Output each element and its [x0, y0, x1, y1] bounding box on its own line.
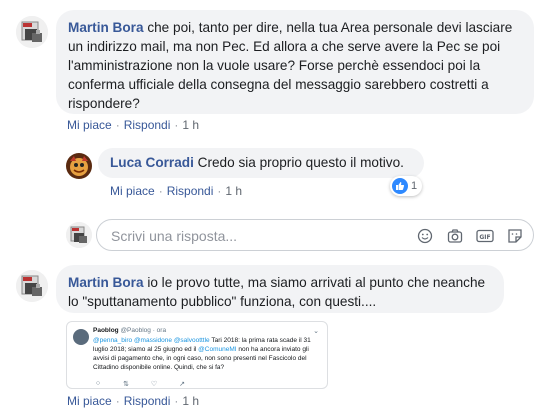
- like-link[interactable]: Mi piace: [110, 184, 155, 198]
- timestamp[interactable]: 1 h: [182, 394, 199, 408]
- reply-text: Credo sia proprio questo il motivo.: [197, 155, 404, 170]
- reply-link[interactable]: Rispondi: [124, 394, 171, 408]
- reply-icon: ○: [95, 380, 101, 387]
- svg-text:GIF: GIF: [479, 234, 490, 241]
- separator: ·: [158, 184, 163, 198]
- timestamp[interactable]: 1 h: [182, 118, 199, 132]
- tweet-avatar: [73, 329, 89, 345]
- tweet-actions: ○ ⇅ ♡ ↗: [93, 380, 187, 388]
- tweet-mention: @ComuneMI: [198, 346, 237, 353]
- heart-icon: ♡: [150, 381, 158, 388]
- reply-input[interactable]: Scrivi una risposta... GIF: [96, 219, 534, 251]
- tweet-mention: @salvootttle: [173, 337, 210, 344]
- avatar-martin-bora[interactable]: [16, 16, 48, 48]
- reply-link[interactable]: Rispondi: [124, 118, 171, 132]
- separator: ·: [174, 118, 179, 132]
- reaction-badge[interactable]: 1: [390, 176, 423, 196]
- reaction-count: 1: [411, 180, 418, 192]
- comment-actions: Mi piace · Rispondi · 1 h: [67, 118, 199, 132]
- tweet-mention: @penna_biro: [93, 337, 133, 344]
- comment-author[interactable]: Martin Bora: [68, 20, 144, 35]
- like-link[interactable]: Mi piace: [67, 394, 112, 408]
- gif-icon[interactable]: GIF: [475, 226, 495, 246]
- tweet-header: Paoblog @Paoblog · ora: [93, 327, 166, 334]
- comment-actions: Mi piace · Rispondi · 1 h: [67, 394, 199, 408]
- tweet-handle: @Paoblog · ora: [120, 327, 167, 334]
- like-link[interactable]: Mi piace: [67, 118, 112, 132]
- share-icon: ↗: [179, 381, 185, 388]
- like-reaction-icon: [392, 178, 408, 194]
- avatar-image: [66, 222, 92, 248]
- reply-placeholder: Scrivi una risposta...: [111, 228, 238, 244]
- comment-author[interactable]: Martin Bora: [68, 275, 144, 290]
- reply-link[interactable]: Rispondi: [167, 184, 214, 198]
- reply-bubble: Luca Corradi Credo sia proprio questo il…: [98, 148, 424, 178]
- camera-icon[interactable]: [445, 226, 465, 246]
- tweet-text: @penna_biro @massidone @salvootttle Tari…: [93, 336, 321, 372]
- avatar-image: [16, 270, 48, 302]
- timestamp[interactable]: 1 h: [225, 184, 242, 198]
- avatar-luca-corradi[interactable]: [66, 153, 92, 179]
- sticker-icon[interactable]: [505, 226, 525, 246]
- emoji-icon[interactable]: [415, 226, 435, 246]
- current-user-avatar: [66, 222, 92, 248]
- tweet-author-name: Paoblog: [93, 327, 119, 334]
- avatar-martin-bora[interactable]: [16, 270, 48, 302]
- separator: ·: [217, 184, 222, 198]
- comment-bubble: Martin Bora io le provo tutte, ma siamo …: [56, 265, 504, 313]
- retweet-icon: ⇅: [123, 381, 129, 388]
- chevron-down-icon: ⌄: [313, 328, 319, 335]
- avatar-image: [66, 153, 92, 179]
- separator: ·: [115, 394, 120, 408]
- reply-actions: Mi piace · Rispondi · 1 h: [110, 184, 242, 198]
- avatar-image: [16, 16, 48, 48]
- comment-bubble: Martin Bora che poi, tanto per dire, nel…: [56, 10, 534, 114]
- separator: ·: [115, 118, 120, 132]
- separator: ·: [174, 394, 179, 408]
- tweet-mention: @massidone: [133, 337, 172, 344]
- reply-input-icons: GIF: [415, 226, 525, 246]
- embedded-tweet[interactable]: Paoblog @Paoblog · ora ⌄ @penna_biro @ma…: [66, 321, 328, 389]
- reply-author[interactable]: Luca Corradi: [110, 155, 194, 170]
